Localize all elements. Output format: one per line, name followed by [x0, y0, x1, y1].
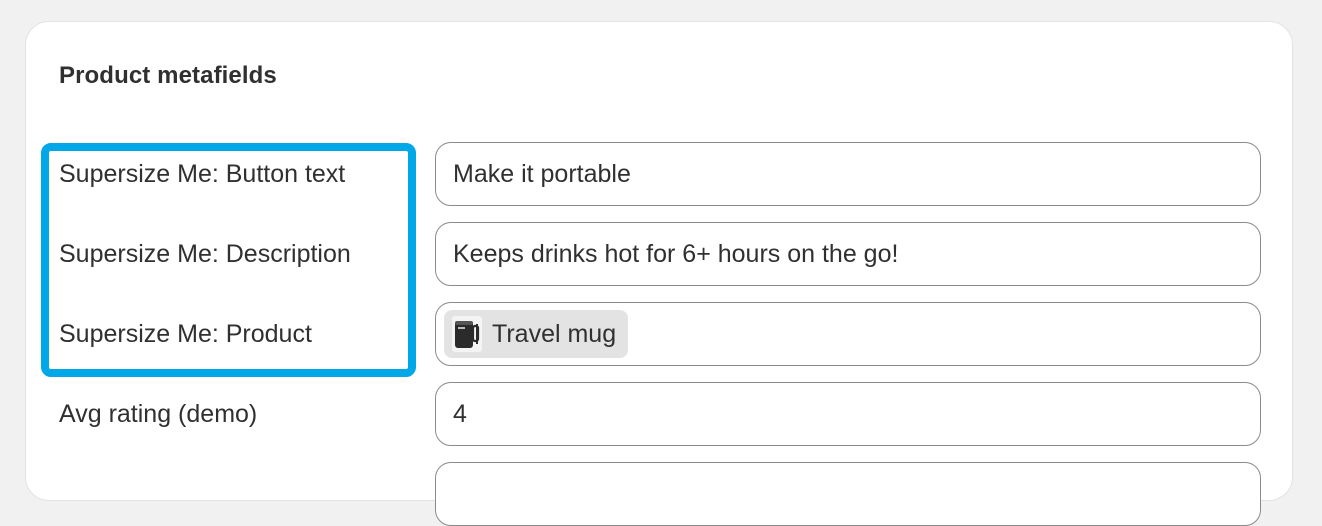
- avg-rating-input[interactable]: 4: [435, 382, 1261, 446]
- field-label-avg-rating: Avg rating (demo): [59, 400, 258, 428]
- field-label-button-text: Supersize Me: Button text: [59, 160, 346, 188]
- button-text-input[interactable]: Make it portable: [435, 142, 1261, 206]
- product-reference-chip[interactable]: Travel mug: [444, 310, 629, 358]
- description-input[interactable]: Keeps drinks hot for 6+ hours on the go!: [435, 222, 1261, 286]
- field-label-description: Supersize Me: Description: [59, 240, 351, 268]
- card-title: Product metafields: [59, 62, 277, 89]
- next-field-input[interactable]: [435, 462, 1261, 526]
- product-reference-label: Travel mug: [492, 319, 617, 348]
- field-label-product: Supersize Me: Product: [59, 320, 312, 348]
- mug-thumbnail-icon: [452, 316, 482, 352]
- product-reference-field[interactable]: Travel mug: [435, 302, 1261, 366]
